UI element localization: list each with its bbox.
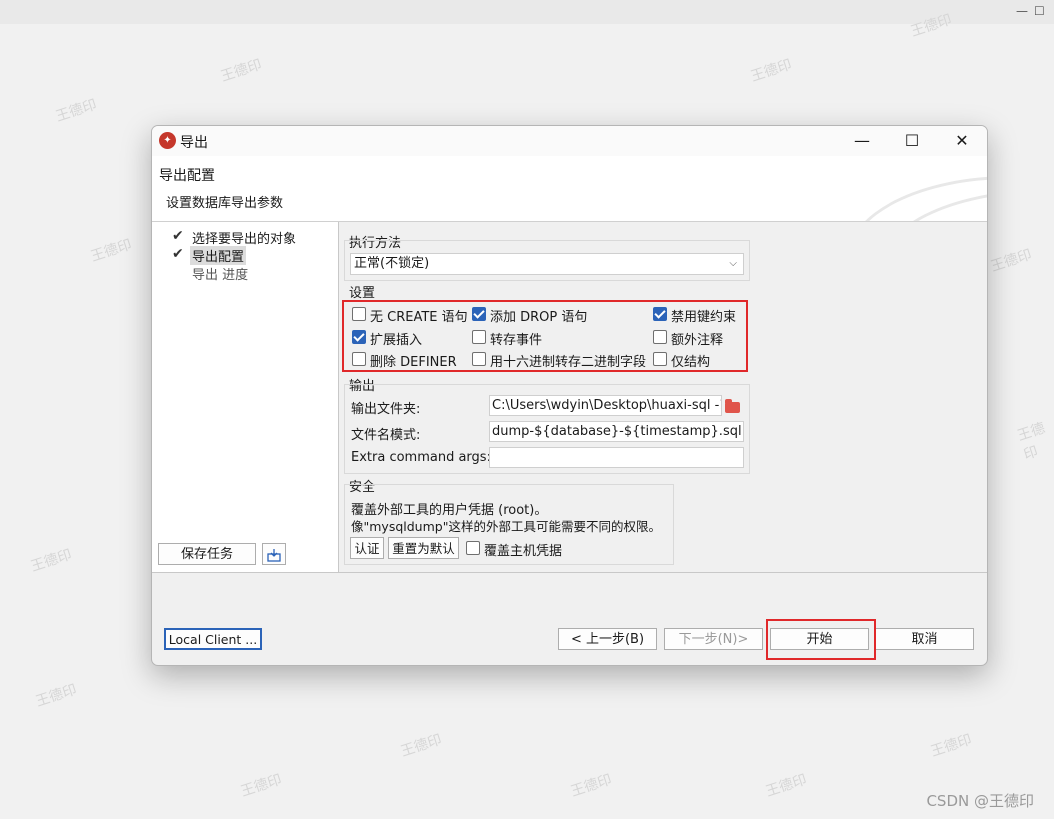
watermark: 王德印 [33, 681, 79, 711]
close-button[interactable]: ✕ [937, 126, 987, 156]
csdn-credit: CSDN @王德印 [926, 792, 1034, 810]
restore-icon[interactable]: ☐ [1034, 4, 1045, 18]
next-button[interactable]: 下一步(N)> [664, 628, 763, 650]
watermark: 王德印 [398, 731, 444, 761]
output-folder-field[interactable]: C:\Users\wdyin\Desktop\huaxi-sql -1 [489, 395, 722, 416]
checkmark-icon: ✔ [172, 246, 184, 262]
maximize-button[interactable]: ☐ [887, 126, 937, 156]
authenticate-button[interactable]: 认证 [350, 537, 384, 559]
watermark: 王德印 [28, 546, 74, 576]
watermark: 王德印 [53, 96, 99, 126]
footer-divider [152, 572, 987, 573]
minimize-icon[interactable]: — [1016, 4, 1028, 18]
settings-label: 设置 [349, 286, 376, 301]
app-logo-icon: ✦ [159, 132, 176, 149]
window-title: 导出 [180, 135, 208, 151]
pane-divider [338, 222, 339, 572]
security-desc-line2: 像"mysqldump"这样的外部工具可能需要不同的权限。 [351, 519, 661, 534]
watermark: 王德印 [763, 771, 809, 801]
output-folder-label: 输出文件夹: [351, 402, 421, 417]
reset-default-button[interactable]: 重置为默认 [388, 537, 459, 559]
watermark: 王德印 [988, 246, 1034, 276]
header-decoration [837, 156, 987, 221]
checkmark-icon: ✔ [172, 228, 184, 244]
watermark: 王德印 [218, 56, 264, 86]
start-highlight-box [766, 619, 876, 660]
export-dialog: ✦ 导出 — ☐ ✕ 导出配置 设置数据库导出参数 ✔ 选择要导出的对象 ✔ 导… [151, 125, 988, 666]
local-client-button[interactable]: Local Client ... [164, 628, 262, 650]
save-task-options-button[interactable] [262, 543, 286, 565]
desktop-top-strip: — ☐ [0, 0, 1054, 24]
chevron-down-icon: ⌵ [729, 258, 737, 269]
page-title: 导出配置 [159, 168, 215, 184]
cancel-button[interactable]: 取消 [875, 628, 974, 650]
filename-pattern-field[interactable]: dump-${database}-${timestamp}.sql [489, 421, 744, 442]
save-task-button[interactable]: 保存任务 [158, 543, 256, 565]
extra-args-label: Extra command args: [351, 450, 491, 465]
minimize-button[interactable]: — [837, 126, 887, 156]
watermark: 王德印 [88, 236, 134, 266]
watermark: 王德印 [928, 731, 974, 761]
prev-button[interactable]: < 上一步(B) [558, 628, 657, 650]
folder-icon[interactable] [725, 399, 740, 413]
watermark: 王德印 [748, 56, 794, 86]
watermark: 王德印 [1015, 420, 1048, 464]
filename-pattern-label: 文件名模式: [351, 428, 421, 443]
wizard-header: 导出配置 设置数据库导出参数 [152, 156, 987, 221]
watermark: 王德印 [238, 771, 284, 801]
exec-method-select[interactable]: 正常(不锁定) ⌵ [350, 253, 744, 275]
task-list-icon [267, 549, 281, 562]
wizard-nav-pane: ✔ 选择要导出的对象 ✔ 导出配置 导出 进度 保存任务 [152, 222, 338, 572]
extra-args-field[interactable] [489, 447, 744, 468]
watermark: 王德印 [568, 771, 614, 801]
title-bar: ✦ 导出 — ☐ ✕ [152, 126, 987, 156]
page-subtitle: 设置数据库导出参数 [166, 196, 284, 211]
